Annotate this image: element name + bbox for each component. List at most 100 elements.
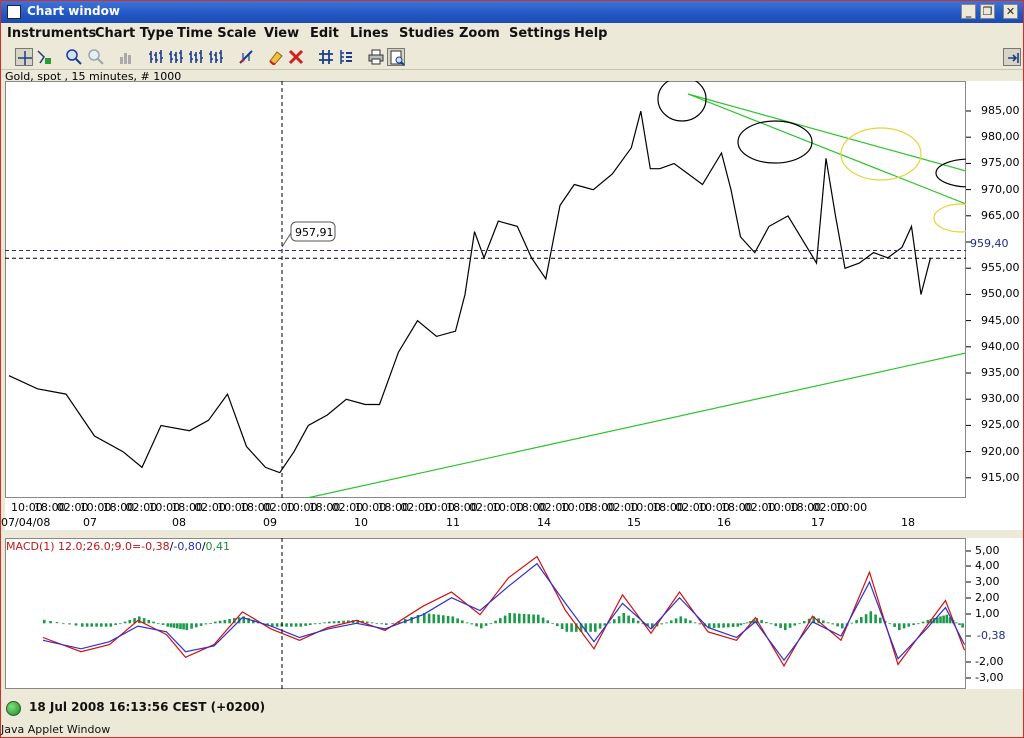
macd-histogram-bar [172, 623, 176, 628]
macd-histogram-bar [532, 614, 535, 624]
applet-label: Java Applet Window [1, 723, 111, 736]
macd-histogram-bar [209, 623, 212, 624]
macd-histogram-bar [850, 622, 854, 624]
macd-histogram-bar [613, 619, 616, 624]
macd-histogram-bar [879, 617, 882, 624]
macd-histogram-bar [537, 614, 540, 624]
macd-histogram-bar [722, 623, 725, 628]
time-axis-date-label: 11 [446, 516, 460, 529]
close-button[interactable]: ✕ [1003, 4, 1018, 19]
macd-histogram-bar [114, 623, 117, 625]
zoom-in-icon[interactable] [65, 48, 83, 66]
macd-histogram-bar [190, 623, 193, 629]
crosshair-price-text: 957,91 [295, 226, 334, 239]
macd-histogram-bar [636, 620, 640, 624]
annotation-ellipse[interactable] [840, 127, 922, 181]
candles-3-icon[interactable] [187, 48, 205, 66]
menu-time-scale[interactable]: Time Scale [177, 26, 256, 41]
menu-settings[interactable]: Settings [509, 26, 570, 41]
macd-histogram-bar [860, 617, 863, 624]
menu-studies[interactable]: Studies [399, 26, 454, 41]
macd-histogram-bar [527, 614, 531, 624]
annotation-ellipse[interactable] [657, 81, 707, 122]
line-tool-icon[interactable] [237, 48, 255, 66]
minimize-button[interactable]: _ [961, 4, 976, 19]
macd-histogram-bar [323, 622, 326, 624]
pane-splitter[interactable] [1, 530, 1023, 538]
trendline[interactable] [687, 93, 966, 205]
annotation-ellipse[interactable] [933, 203, 966, 233]
data-icon[interactable] [35, 48, 53, 66]
dock-icon[interactable] [1003, 48, 1021, 66]
toolbar [1, 45, 1023, 70]
menu-instruments[interactable]: Instruments [7, 26, 96, 41]
restore-button[interactable]: ❐ [980, 4, 995, 19]
time-axis[interactable]: 10:00 18:00 02:00 10:00 18:00 02:00 10:00 18:00… [1, 498, 1023, 530]
candles-1-icon[interactable] [147, 48, 165, 66]
price-axis-label: 980,00 [981, 130, 1020, 144]
macd-histogram-bar [746, 622, 749, 624]
macd-histogram-bar [223, 619, 227, 624]
grid-icon[interactable] [317, 48, 335, 66]
annotation-ellipse[interactable] [935, 158, 966, 188]
macd-histogram-bar [541, 617, 545, 624]
bar-chart-icon[interactable] [117, 48, 135, 66]
print-preview-icon[interactable] [387, 48, 405, 66]
macd-histogram-bar [712, 623, 716, 629]
menu-zoom[interactable]: Zoom [459, 26, 500, 41]
macd-histogram-bar [499, 618, 502, 624]
macd-histogram-bar [617, 616, 621, 624]
trendline[interactable] [306, 352, 966, 498]
macd-histogram-bar [147, 619, 151, 624]
macd-axis-label: 3,00 [975, 575, 1000, 588]
price-axis-label: 940,00 [981, 339, 1020, 353]
macd-histogram-bar [779, 623, 782, 629]
macd-histogram-bar [898, 623, 901, 631]
trendline[interactable] [687, 93, 966, 172]
macd-histogram-bar [622, 613, 626, 624]
macd-histogram-bar [670, 620, 673, 624]
macd-histogram-bar [494, 620, 497, 624]
macd-pane[interactable]: MACD(1) 12.0;26.0;9.0=-0,38/-0,80/0,41 [5, 538, 966, 689]
print-icon[interactable] [367, 48, 385, 66]
menu-help[interactable]: Help [574, 26, 607, 41]
macd-axis-label: 1,00 [975, 607, 1000, 620]
macd-histogram-bar [907, 623, 911, 627]
menu-edit[interactable]: Edit [310, 26, 339, 41]
settings-icon[interactable] [337, 48, 355, 66]
time-axis-date-label: 07/04/08 [1, 516, 51, 529]
status-bar: 18 Jul 2008 16:13:56 CEST (+0200) [1, 696, 1023, 720]
macd-histogram-bar [366, 621, 369, 624]
macd-histogram-bar [945, 614, 949, 624]
macd-histogram-bar [742, 623, 746, 625]
macd-histogram-bar [831, 623, 835, 625]
time-axis-date-label: 10 [354, 516, 368, 529]
price-plot[interactable]: 957,91 [5, 81, 966, 498]
price-axis-label: 920,00 [981, 444, 1020, 458]
macd-signal-line [42, 562, 966, 662]
macd-histogram-bar [410, 617, 413, 624]
title-bar[interactable]: Chart window _ ❐ ✕ [1, 1, 1023, 23]
menu-view[interactable]: View [264, 26, 299, 41]
macd-histogram-bar [594, 623, 597, 632]
macd-axis-label: -2,00 [975, 655, 1004, 668]
candles-4-icon[interactable] [207, 48, 225, 66]
macd-histogram-bar [698, 623, 702, 625]
macd-histogram-bar [218, 620, 222, 624]
macd-histogram-bar [470, 623, 474, 625]
macd-histogram-bar [275, 623, 279, 627]
annotation-ellipse[interactable] [737, 120, 813, 164]
macd-histogram-bar [90, 623, 94, 627]
eraser-icon[interactable] [267, 48, 285, 66]
menu-chart-type[interactable]: Chart Type [95, 26, 174, 41]
price-axis-label: 930,00 [981, 392, 1020, 406]
crosshair-icon[interactable] [15, 48, 33, 66]
menu-bar: Instruments Chart Type Time Scale View E… [1, 23, 1023, 45]
time-axis-date-label: 15 [627, 516, 641, 529]
macd-histogram-bar [784, 623, 787, 631]
menu-lines[interactable]: Lines [350, 26, 389, 41]
zoom-out-icon[interactable] [87, 48, 105, 66]
delete-lines-icon[interactable] [287, 48, 305, 66]
price-chart[interactable]: 957,91 [5, 81, 966, 498]
candles-2-icon[interactable] [167, 48, 185, 66]
